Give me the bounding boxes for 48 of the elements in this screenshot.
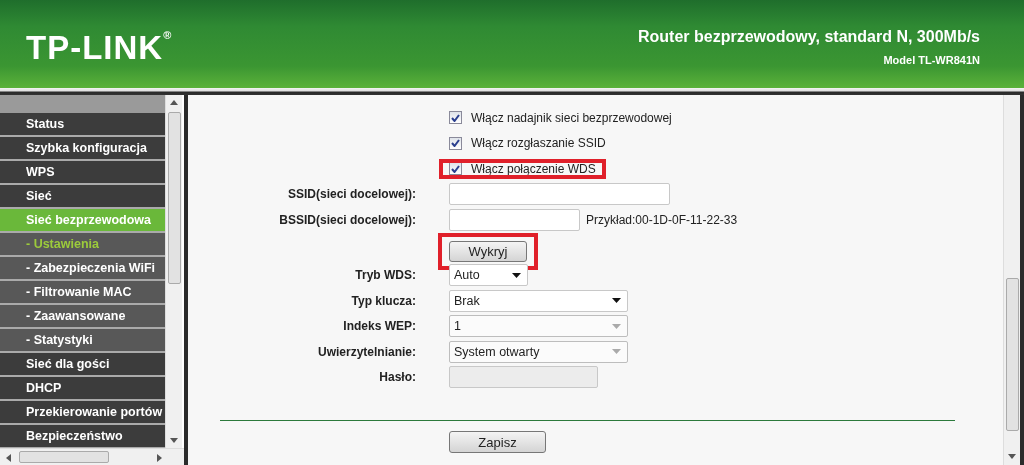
vertical-scrollbar[interactable] (1003, 95, 1020, 465)
checkbox[interactable] (449, 136, 462, 150)
checkbox-label: Włącz połączenie WDS (471, 161, 596, 176)
menu-item[interactable]: - Filtrowanie MAC (0, 281, 165, 305)
dropdown-arrow-icon (612, 349, 621, 355)
checkbox-label: Włącz rozgłaszanie SSID (471, 136, 606, 151)
field-label: SSID(sieci docelowej): (286, 187, 416, 202)
checkbox-label: Włącz nadajnik sieci bezprzewodowej (471, 110, 672, 125)
menu-item[interactable]: DHCP (0, 377, 165, 401)
dropdown[interactable]: Auto (449, 264, 528, 287)
product-title: Router bezprzewodowy, standard N, 300Mb/s (638, 28, 980, 46)
input-field[interactable] (449, 208, 580, 231)
menu-item[interactable]: Bezpieczeństwo (0, 425, 165, 448)
menu-item[interactable]: Sieć dla gości (0, 353, 165, 377)
dropdown-arrow-icon (612, 298, 621, 304)
model-name: Model TL-WR841N (883, 54, 980, 66)
field-label: BSSID(sieci docelowej): (278, 212, 416, 227)
vertical-scrollbar[interactable] (165, 95, 182, 448)
detect-button[interactable]: Wykryj (449, 240, 527, 262)
logo: TP-LINK$^{®}$ (26, 29, 173, 67)
dropdown[interactable]: Brak (449, 289, 628, 312)
field-label: Typ klucza: (350, 293, 416, 308)
menu-item[interactable]: WPS (0, 161, 165, 185)
checkbox[interactable] (449, 162, 462, 176)
scroll-down-icon[interactable] (1008, 454, 1016, 459)
menu-item[interactable]: Sieć (0, 185, 165, 209)
horizontal-scrollbar[interactable] (0, 448, 184, 465)
menu-item[interactable]: Szybka konfiguracja (0, 137, 165, 161)
menu-item[interactable]: - Zabezpieczenia WiFi (0, 257, 165, 281)
menu-item[interactable]: Status (0, 113, 165, 137)
field-label: Hasło: (378, 370, 416, 385)
menu-item[interactable]: - Ustawienia (0, 233, 165, 257)
menu-item[interactable]: Przekierowanie portów (0, 401, 165, 425)
field-label: Indeks WEP: (342, 319, 416, 334)
dropdown-arrow-icon (612, 323, 621, 329)
save-button[interactable]: Zapisz (449, 431, 546, 453)
dropdown-arrow-icon (512, 272, 521, 278)
field-label: Uwierzytelnianie: (316, 344, 416, 359)
scroll-up-icon[interactable] (170, 100, 178, 105)
scroll-down-icon[interactable] (170, 438, 178, 443)
field-label: Tryb WDS: (354, 268, 416, 283)
input-field[interactable] (449, 183, 670, 206)
scroll-left-icon[interactable] (6, 454, 11, 462)
menu-item[interactable]: - Statystyki (0, 329, 165, 353)
checkbox[interactable] (449, 111, 462, 125)
scroll-right-icon[interactable] (157, 454, 162, 462)
hint-text: Przykład:00-1D-0F-11-22-33 (586, 212, 738, 227)
menu-item[interactable]: - Zaawansowane (0, 305, 165, 329)
